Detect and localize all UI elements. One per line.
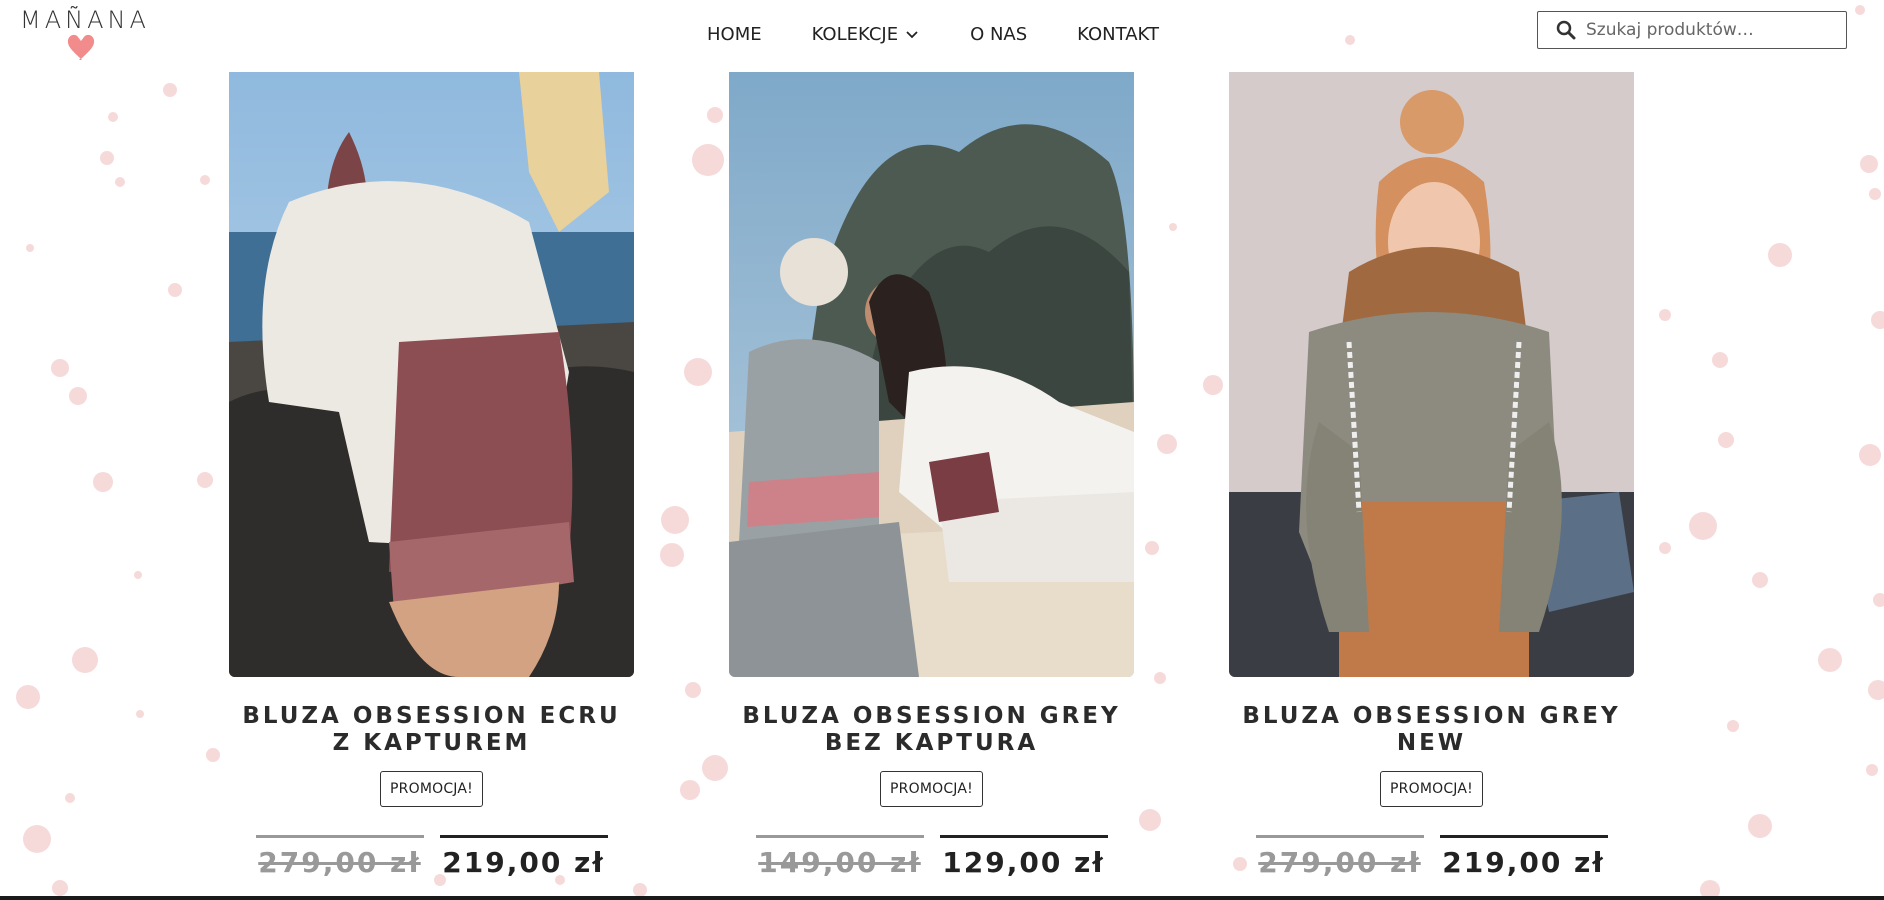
background-dot: [200, 175, 210, 185]
search-input[interactable]: [1584, 19, 1828, 41]
product-image[interactable]: [229, 72, 634, 677]
background-dot: [1866, 764, 1878, 776]
sale-price: 219,00 zł: [439, 835, 608, 879]
background-dot: [52, 880, 68, 896]
background-dot: [93, 472, 113, 492]
background-dot: [1157, 434, 1177, 454]
sale-price: 129,00 zł: [939, 835, 1108, 879]
background-dot: [684, 358, 712, 386]
background-dot: [1145, 541, 1159, 555]
background-dot: [51, 359, 69, 377]
nav-o-nas[interactable]: O NAS: [970, 22, 1027, 46]
background-dot: [1659, 309, 1671, 321]
background-dot: [163, 83, 177, 97]
background-dot: [1868, 680, 1884, 700]
background-dot: [1169, 223, 1177, 231]
background-dot: [168, 283, 182, 297]
search-box: [1537, 11, 1847, 49]
background-dot: [69, 387, 87, 405]
background-dot: [16, 685, 40, 709]
background-dot: [1752, 572, 1768, 588]
price-block: 279,00 zł 219,00 zł: [1229, 835, 1634, 879]
nav-kontakt-label: KONTAKT: [1077, 23, 1159, 45]
search-icon[interactable]: [1556, 20, 1576, 40]
background-dot: [692, 144, 724, 176]
bottom-edge: [0, 896, 1884, 900]
background-dot: [1154, 672, 1166, 684]
background-dot: [702, 755, 728, 781]
logo[interactable]: MAÑANA: [20, 6, 150, 62]
nav-home-label: HOME: [707, 23, 762, 45]
background-dot: [660, 543, 684, 567]
product-title[interactable]: BLUZA OBSESSION GREY BEZ KAPTURA: [729, 703, 1134, 757]
background-dot: [134, 571, 142, 579]
product-card: BLUZA OBSESSION GREY BEZ KAPTURA PROMOCJ…: [729, 72, 1134, 879]
product-image[interactable]: [1229, 72, 1634, 677]
background-dot: [108, 112, 118, 122]
sale-price: 219,00 zł: [1439, 835, 1608, 879]
background-dot: [1768, 243, 1792, 267]
background-dot: [1659, 542, 1671, 554]
background-dot: [707, 107, 723, 123]
chevron-down-icon: [906, 31, 918, 39]
nav-home[interactable]: HOME: [707, 22, 762, 46]
background-dot: [1727, 720, 1739, 732]
nav-kolekcje[interactable]: KOLEKCJE: [812, 22, 920, 46]
background-dot: [680, 780, 700, 800]
main-nav: HOME KOLEKCJE O NAS KONTAKT: [707, 22, 1209, 46]
background-dot: [661, 506, 689, 534]
product-card: BLUZA OBSESSION ECRU Z KAPTUREM PROMOCJA…: [229, 72, 634, 879]
old-price: 279,00 zł: [255, 835, 424, 879]
background-dot: [136, 710, 144, 718]
old-price: 279,00 zł: [1255, 835, 1424, 879]
background-dot: [1689, 512, 1717, 540]
price-block: 149,00 zł 129,00 zł: [729, 835, 1134, 879]
background-dot: [65, 793, 75, 803]
background-dot: [115, 177, 125, 187]
background-dot: [1139, 809, 1161, 831]
background-dot: [1860, 155, 1878, 173]
background-dot: [1859, 444, 1881, 466]
product-title[interactable]: BLUZA OBSESSION GREY NEW: [1229, 703, 1634, 757]
sale-badge: PROMOCJA!: [380, 771, 483, 807]
background-dot: [206, 748, 220, 762]
nav-kolekcje-label: KOLEKCJE: [811, 23, 899, 45]
heart-icon: [67, 34, 95, 60]
background-dot: [197, 472, 213, 488]
background-dot: [100, 151, 114, 165]
nav-o-nas-label: O NAS: [970, 23, 1028, 45]
background-dot: [685, 682, 701, 698]
sale-badge: PROMOCJA!: [880, 771, 983, 807]
background-dot: [1203, 375, 1223, 395]
nav-kontakt[interactable]: KONTAKT: [1077, 22, 1159, 46]
logo-text: MAÑANA: [20, 6, 150, 34]
site-header: MAÑANA HOME KOLEKCJE O NAS KONTAKT: [0, 0, 1884, 72]
background-dot: [26, 244, 34, 252]
product-title[interactable]: BLUZA OBSESSION ECRU Z KAPTUREM: [229, 703, 634, 757]
product-card: BLUZA OBSESSION GREY NEW PROMOCJA! 279,0…: [1229, 72, 1634, 879]
background-dot: [1718, 432, 1734, 448]
sale-badge: PROMOCJA!: [1380, 771, 1483, 807]
background-dot: [1818, 648, 1842, 672]
background-dot: [1869, 188, 1881, 200]
product-image[interactable]: [729, 72, 1134, 677]
old-price: 149,00 zł: [755, 835, 924, 879]
background-dot: [1871, 311, 1884, 329]
background-dot: [1748, 814, 1772, 838]
background-dot: [1873, 593, 1884, 607]
background-dot: [1712, 352, 1728, 368]
price-block: 279,00 zł 219,00 zł: [229, 835, 634, 879]
background-dot: [633, 883, 647, 897]
background-dot: [72, 647, 98, 673]
background-dot: [23, 825, 51, 853]
